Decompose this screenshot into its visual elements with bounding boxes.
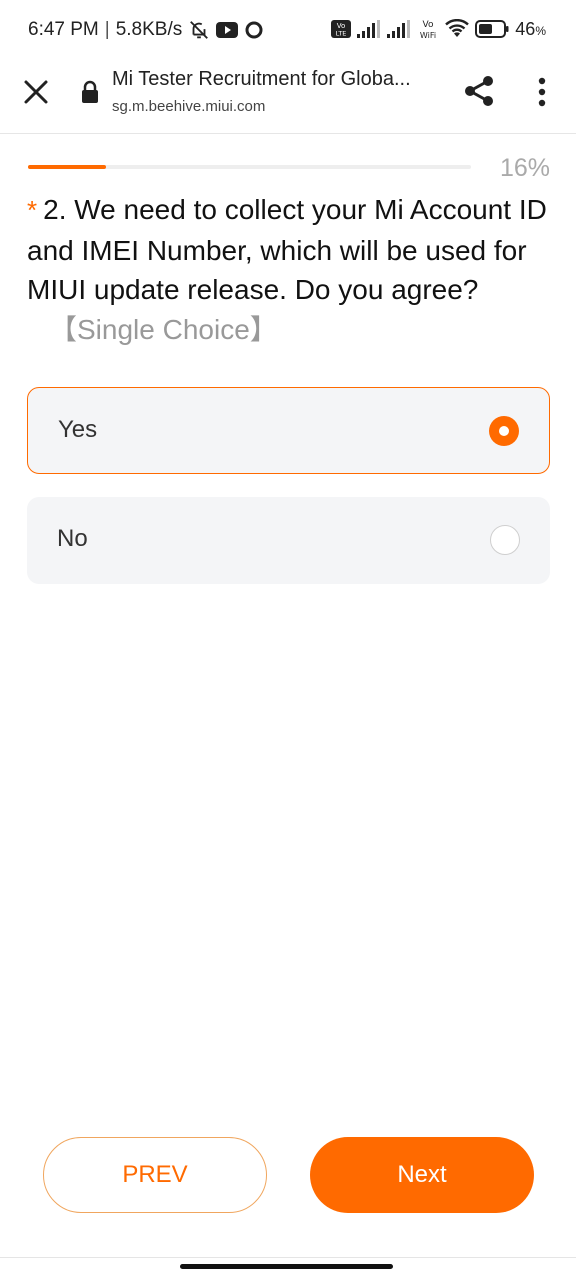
signal-icon (387, 20, 411, 38)
question-body: 2. We need to collect your Mi Account ID… (27, 194, 547, 305)
youtube-icon (216, 21, 239, 39)
vowifi-icon: Vo WiFi (417, 18, 439, 40)
radio-unselected-icon[interactable] (490, 525, 520, 555)
wifi-icon (445, 19, 470, 39)
browser-header: Mi Tester Recruitment for Globa... sg.m.… (0, 62, 576, 134)
signal-icon (357, 20, 381, 38)
share-icon[interactable] (462, 74, 496, 108)
status-left: 6:47 PM | 5.8KB/s (28, 19, 264, 41)
progress-percent: 16% (499, 154, 550, 182)
battery-icon (475, 20, 509, 38)
status-bar: 6:47 PM | 5.8KB/s Vo LTE Vo WiFi 46% (0, 0, 576, 62)
status-separator: | (104, 19, 110, 40)
question-text: * 2. We need to collect your Mi Account I… (27, 190, 547, 349)
svg-text:WiFi: WiFi (420, 31, 436, 40)
progress-fill (28, 165, 106, 169)
radio-selected-icon[interactable] (489, 416, 519, 446)
next-button[interactable]: Next (310, 1137, 534, 1213)
prev-button[interactable]: PREV (43, 1137, 267, 1213)
progress-bar (28, 165, 471, 169)
home-indicator[interactable] (180, 1264, 393, 1269)
nav-divider (0, 1257, 576, 1258)
svg-text:Vo: Vo (423, 20, 434, 30)
page-url[interactable]: sg.m.beehive.miui.com (112, 98, 265, 115)
status-right: Vo LTE Vo WiFi 46% (331, 18, 546, 40)
network-speed: 5.8KB/s (115, 19, 183, 40)
battery-percent: 46% (515, 18, 546, 39)
more-vertical-icon[interactable] (528, 76, 556, 108)
volte-icon: Vo LTE (331, 20, 352, 38)
question-type: 【Single Choice】 (49, 313, 278, 345)
status-time: 6:47 PM (28, 19, 99, 40)
required-marker: * (27, 195, 38, 225)
option-no[interactable]: No (27, 497, 550, 584)
page-title: Mi Tester Recruitment for Globa... (112, 68, 411, 90)
circle-icon (244, 20, 264, 40)
lock-icon (80, 80, 100, 104)
bell-off-icon (188, 19, 210, 41)
svg-text:LTE: LTE (336, 30, 347, 38)
option-yes[interactable]: Yes (27, 387, 550, 474)
close-icon[interactable] (20, 76, 52, 108)
option-label: No (57, 525, 88, 552)
option-label: Yes (58, 416, 98, 443)
